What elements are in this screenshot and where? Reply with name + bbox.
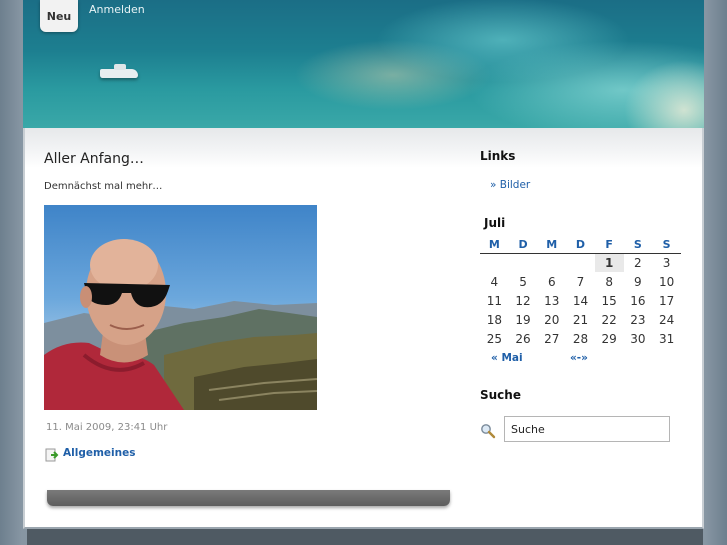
calendar-day: 3: [662, 255, 671, 270]
weekday-header: D: [508, 236, 538, 254]
calendar-day: 28: [572, 332, 589, 347]
calendar-day: 4: [490, 274, 499, 289]
calendar-empty-cell: [480, 253, 509, 272]
weekday-header: M: [480, 236, 509, 254]
nav-login-link[interactable]: Anmelden: [89, 3, 145, 16]
post-text: Demnächst mal mehr…: [44, 181, 163, 192]
calendar-weekday-row: M D M D F S S: [480, 236, 681, 254]
calendar-day: 11: [486, 293, 502, 308]
calendar-prev-month[interactable]: « Mai: [491, 352, 523, 364]
links-heading: Links: [480, 149, 516, 163]
calendar-empty-cell: [566, 253, 595, 272]
link-bilder[interactable]: » Bilder: [490, 179, 530, 191]
post-photo: [44, 205, 317, 410]
magnifier-icon[interactable]: [480, 423, 496, 439]
calendar-day: 17: [658, 293, 675, 308]
calendar-day: 9: [634, 274, 642, 289]
calendar-day: 5: [519, 274, 527, 289]
search-input[interactable]: [504, 416, 670, 442]
calendar-day: 21: [572, 313, 589, 328]
calendar-empty-cell: [509, 253, 538, 272]
calendar-body: 1 2 3 4 5 6 7 8 9 10 11 12 13 14 15 16 17 18 19 20 21 22 23 24 2…: [480, 253, 681, 349]
header-banner: Neu Anmelden: [23, 0, 704, 128]
post-footer-bar: [47, 490, 450, 506]
calendar-day: 7: [576, 274, 585, 289]
nav-tab-new[interactable]: Neu: [40, 0, 78, 32]
calendar-day: 15: [601, 293, 617, 308]
calendar-day: 31: [658, 332, 675, 347]
calendar-day: 26: [515, 332, 531, 347]
calendar-day: 24: [658, 313, 675, 328]
weekday-header: F: [594, 236, 624, 254]
calendar-next-month[interactable]: «-»: [570, 352, 588, 364]
calendar-day: 30: [630, 332, 646, 347]
calendar-day: 23: [630, 313, 646, 328]
calendar-day: 27: [544, 332, 560, 347]
calendar-table: M D M D F S S 1 2 3 4 5 6 7 8 9 10 11 12 13 14 15 16 17 1…: [480, 236, 681, 349]
weekday-header: M: [537, 236, 567, 254]
search-heading: Suche: [480, 388, 521, 402]
calendar-day: 1: [594, 253, 624, 273]
calendar-month: Juli: [484, 216, 506, 230]
portrait-photo-graphic: [44, 239, 317, 410]
calendar-day: 2: [634, 255, 642, 270]
calendar-day: 29: [601, 332, 617, 347]
calendar-week-row: 4 5 6 7 8 9 10: [480, 272, 681, 291]
post-category-link[interactable]: Allgemeines: [63, 447, 135, 459]
calendar-day: 6: [547, 274, 556, 289]
calendar-day: 20: [544, 313, 560, 328]
calendar-day: 12: [515, 293, 531, 308]
calendar-day: 25: [486, 332, 502, 347]
post-date: 11. Mai 2009, 23:41 Uhr: [46, 422, 168, 433]
calendar-day: 19: [515, 313, 531, 328]
calendar-week-row: 12 3: [480, 253, 681, 273]
weekday-header: S: [652, 236, 681, 254]
calendar-empty-cell: [537, 253, 566, 272]
calendar-day: 14: [572, 293, 589, 308]
boat-image: [100, 64, 138, 78]
calendar-week-row: 11 12 13 14 15 16 17: [480, 291, 681, 310]
calendar-day: 18: [486, 313, 502, 328]
calendar-week-row: 25 26 27 28 29 30 31: [480, 330, 681, 349]
weekday-header: S: [623, 236, 653, 254]
weekday-header: D: [566, 236, 595, 254]
category-arrow-icon: [45, 447, 59, 462]
calendar-day: 16: [630, 293, 646, 308]
calendar-day: 8: [605, 274, 613, 289]
post-title[interactable]: Aller Anfang…: [44, 151, 144, 167]
calendar-day: 13: [544, 293, 560, 308]
calendar-day: 22: [601, 313, 617, 328]
page-bottom-shadow: [27, 529, 703, 545]
calendar-day: 10: [658, 274, 675, 289]
calendar-week-row: 18 19 20 21 22 23 24: [480, 311, 681, 330]
